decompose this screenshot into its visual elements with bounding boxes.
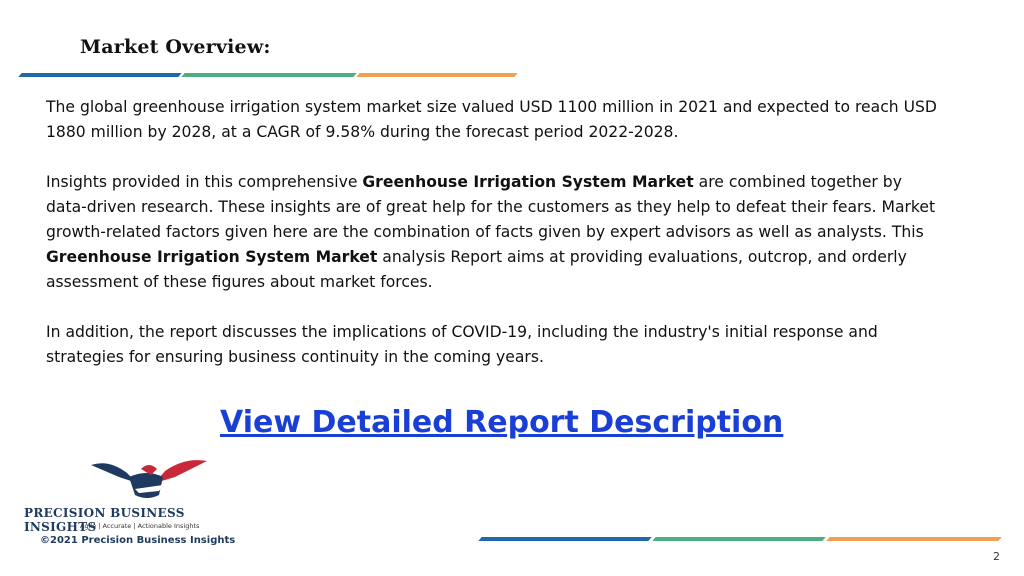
paragraph-covid: In addition, the report discusses the im… xyxy=(46,323,878,366)
bold-market-name: Greenhouse Irrigation System Market xyxy=(362,173,694,191)
logo-tagline: Agile | Accurate | Actionable Insights xyxy=(80,522,200,530)
view-report-link[interactable]: View Detailed Report Description xyxy=(220,405,783,440)
header-divider xyxy=(18,73,518,77)
copyright: ©2021 Precision Business Insights xyxy=(40,535,236,546)
footer-divider xyxy=(478,537,1005,541)
paragraph-market-size: The global greenhouse irrigation system … xyxy=(46,98,937,141)
bold-market-name: Greenhouse Irrigation System Market xyxy=(46,248,378,266)
body-text: The global greenhouse irrigation system … xyxy=(46,95,946,395)
page-title: Market Overview: xyxy=(80,36,271,58)
page-number: 2 xyxy=(993,550,1000,563)
paragraph-insights: Insights provided in this comprehensive … xyxy=(46,173,936,291)
